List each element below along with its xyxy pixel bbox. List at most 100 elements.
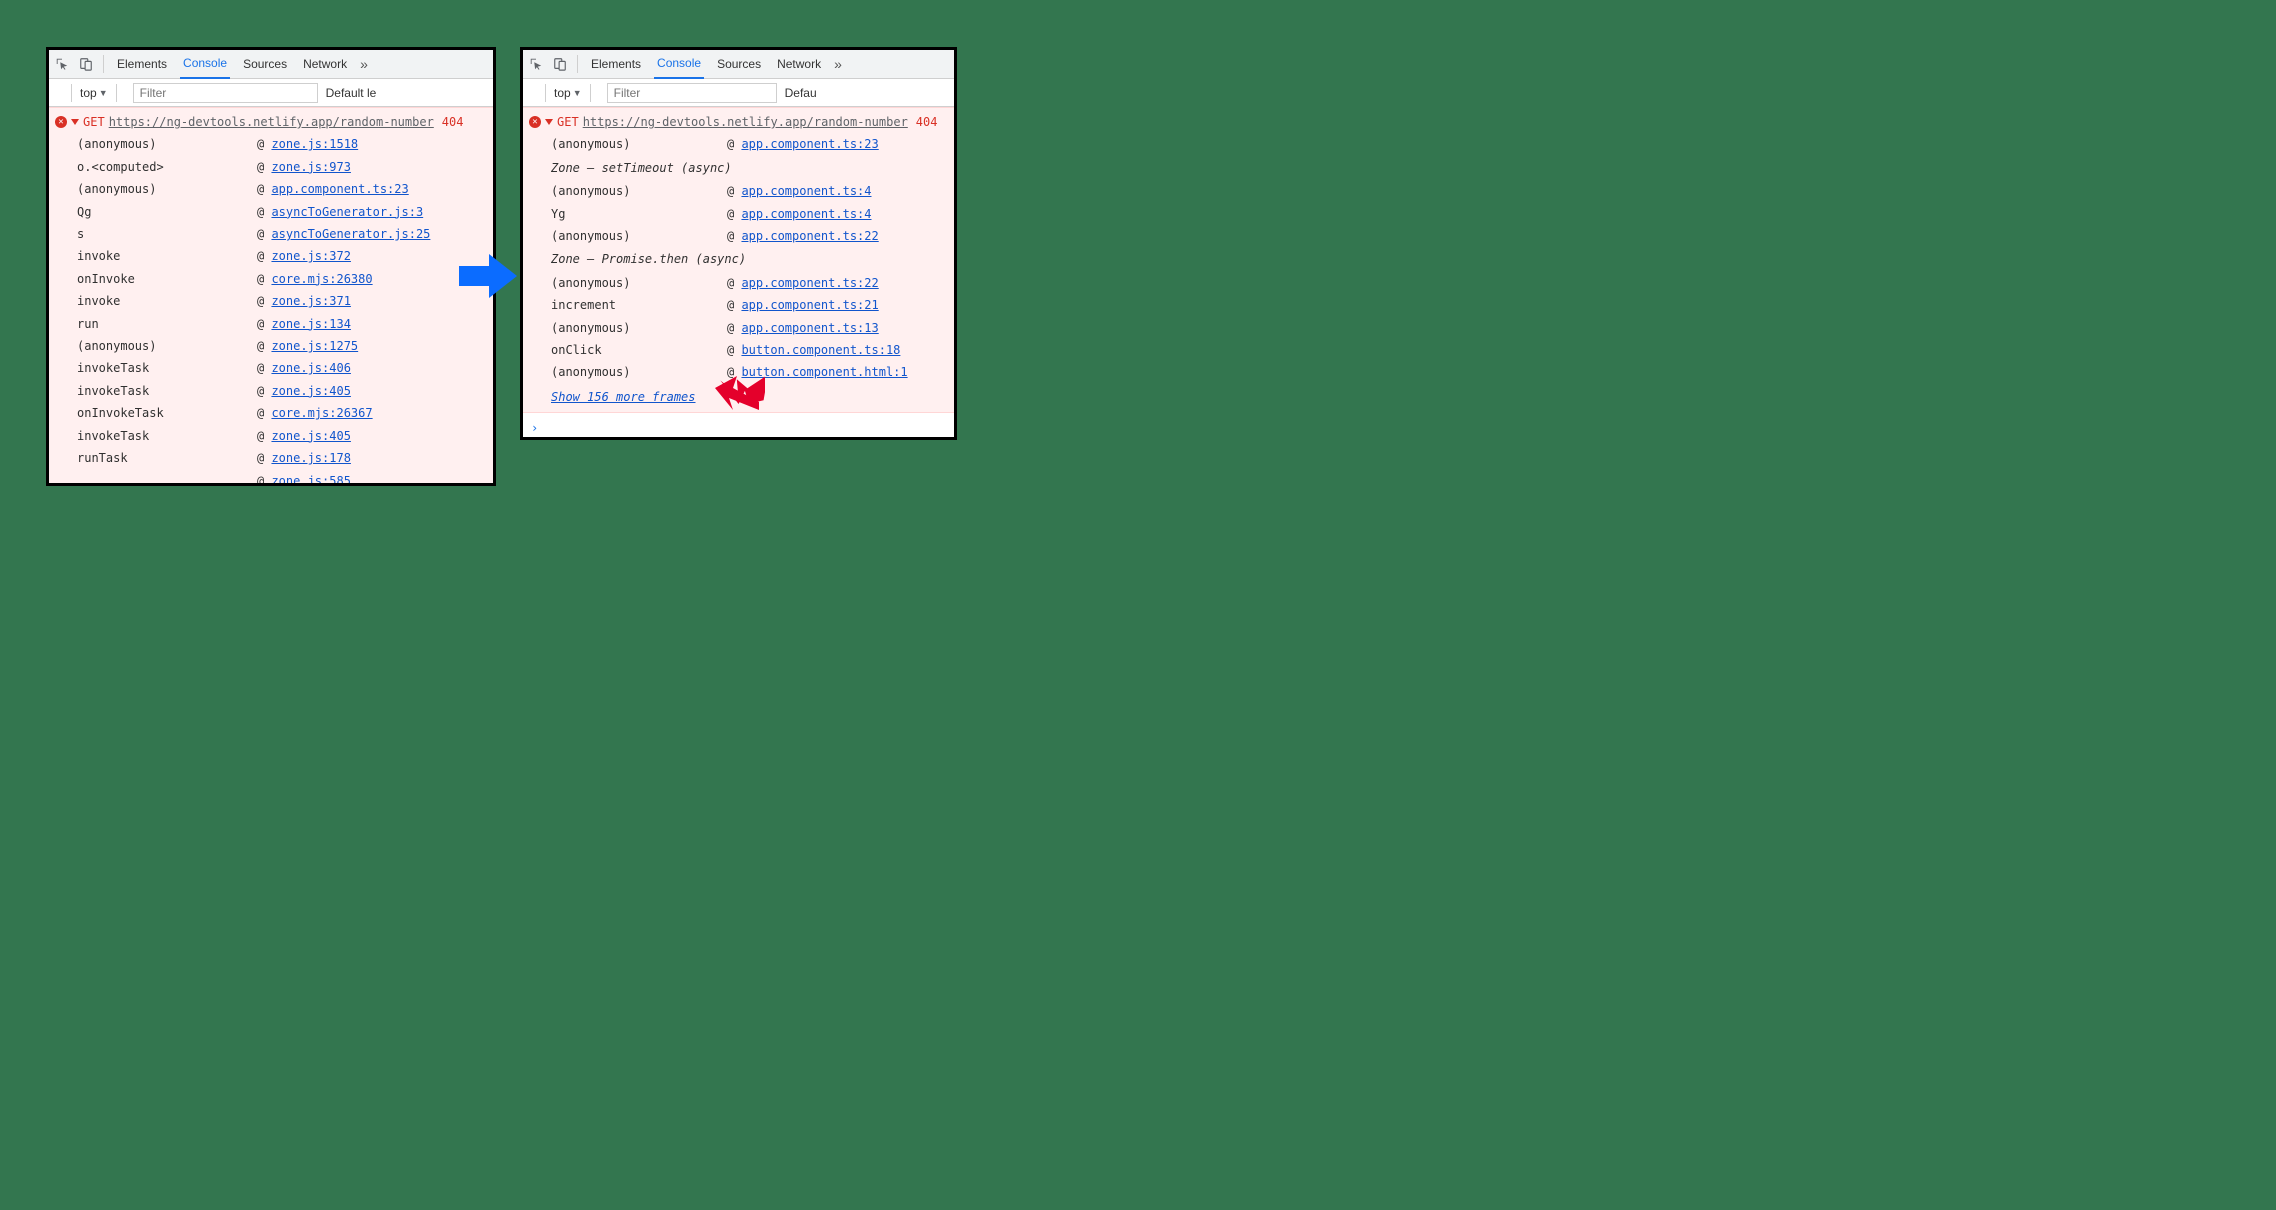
frame-function: onInvokeTask: [77, 402, 257, 424]
stack-frame: s@ asyncToGenerator.js:25: [77, 223, 487, 245]
source-link[interactable]: zone.js:585: [271, 474, 350, 487]
filter-input[interactable]: [607, 83, 777, 103]
separator: [590, 84, 591, 102]
source-link[interactable]: zone.js:1518: [271, 137, 358, 151]
tab-console[interactable]: Console: [654, 50, 704, 79]
source-link[interactable]: app.component.ts:22: [741, 229, 878, 243]
expand-icon[interactable]: [545, 119, 553, 125]
console-prompt[interactable]: ›: [523, 413, 954, 440]
devtools-panel-before: Elements Console Sources Network » top ▼…: [46, 47, 496, 486]
log-levels-label[interactable]: Default le: [326, 86, 377, 100]
tab-console[interactable]: Console: [180, 50, 230, 79]
device-icon[interactable]: [553, 57, 567, 71]
source-link[interactable]: zone.js:406: [271, 361, 350, 375]
frame-location: @ asyncToGenerator.js:3: [257, 201, 423, 223]
source-link[interactable]: asyncToGenerator.js:25: [271, 227, 430, 241]
frame-function: (anonymous): [77, 178, 257, 200]
frame-function: Qg: [77, 201, 257, 223]
frame-location: @ app.component.ts:23: [257, 178, 409, 200]
stack-frame: invokeTask@ zone.js:406: [77, 357, 487, 379]
stack-frame: o.<computed>@ zone.js:973: [77, 156, 487, 178]
filter-input[interactable]: [133, 83, 318, 103]
tab-network[interactable]: Network: [774, 50, 824, 79]
frame-location: @ button.component.ts:18: [727, 339, 900, 361]
separator: [116, 84, 117, 102]
more-tabs-icon[interactable]: »: [834, 56, 842, 72]
frame-location: @ zone.js:405: [257, 380, 351, 402]
tab-sources[interactable]: Sources: [714, 50, 764, 79]
source-link[interactable]: app.component.ts:22: [741, 276, 878, 290]
http-status: 404: [916, 111, 938, 133]
context-selector[interactable]: top ▼: [80, 86, 108, 100]
context-selector[interactable]: top ▼: [554, 86, 582, 100]
tab-elements[interactable]: Elements: [114, 50, 170, 79]
source-link[interactable]: zone.js:973: [271, 160, 350, 174]
frame-function: (anonymous): [551, 361, 727, 383]
frame-location: @ zone.js:372: [257, 245, 351, 267]
frame-function: _: [77, 470, 257, 487]
source-link[interactable]: zone.js:372: [271, 249, 350, 263]
stack-frame: (anonymous)@ app.component.ts:23: [77, 178, 487, 200]
source-link[interactable]: core.mjs:26380: [271, 272, 372, 286]
frame-location: @ zone.js:973: [257, 156, 351, 178]
error-icon: ✕: [529, 116, 541, 128]
frame-location: @ zone.js:1518: [257, 133, 358, 155]
frame-function: (anonymous): [551, 272, 727, 294]
expand-icon[interactable]: [71, 119, 79, 125]
frame-function: invokeTask: [77, 357, 257, 379]
frame-location: @ app.component.ts:4: [727, 180, 872, 202]
frame-location: @ app.component.ts:21: [727, 294, 879, 316]
frame-location: @ core.mjs:26380: [257, 268, 373, 290]
source-link[interactable]: button.component.ts:18: [741, 343, 900, 357]
console-output: ✕ GET https://ng-devtools.netlify.app/ra…: [49, 107, 493, 486]
error-message: ✕ GET https://ng-devtools.netlify.app/ra…: [523, 107, 954, 413]
stack-trace: (anonymous)@ app.component.ts:23Zone – s…: [523, 133, 954, 408]
frame-function: increment: [551, 294, 727, 316]
source-link[interactable]: zone.js:178: [271, 451, 350, 465]
source-link[interactable]: zone.js:1275: [271, 339, 358, 353]
frame-function: Yg: [551, 203, 727, 225]
source-link[interactable]: app.component.ts:4: [741, 184, 871, 198]
error-header[interactable]: ✕ GET https://ng-devtools.netlify.app/ra…: [49, 108, 493, 133]
inspect-icon[interactable]: [55, 57, 69, 71]
source-link[interactable]: zone.js:405: [271, 429, 350, 443]
stack-frame: invoke@ zone.js:371: [77, 290, 487, 312]
source-link[interactable]: app.component.ts:23: [741, 137, 878, 151]
tab-sources[interactable]: Sources: [240, 50, 290, 79]
device-icon[interactable]: [79, 57, 93, 71]
http-method: GET: [557, 111, 579, 133]
source-link[interactable]: app.component.ts:21: [741, 298, 878, 312]
frame-location: @ zone.js:134: [257, 313, 351, 335]
source-link[interactable]: asyncToGenerator.js:3: [271, 205, 423, 219]
tab-network[interactable]: Network: [300, 50, 350, 79]
context-label: top: [80, 86, 97, 100]
console-output: ✕ GET https://ng-devtools.netlify.app/ra…: [523, 107, 954, 440]
source-link[interactable]: app.component.ts:23: [271, 182, 408, 196]
source-link[interactable]: app.component.ts:13: [741, 321, 878, 335]
source-link[interactable]: button.component.html:1: [741, 365, 907, 379]
stack-frame: invokeTask@ zone.js:405: [77, 425, 487, 447]
tab-elements[interactable]: Elements: [588, 50, 644, 79]
frame-function: invokeTask: [77, 380, 257, 402]
stack-frame: runTask@ zone.js:178: [77, 447, 487, 469]
zone-separator: Zone – Promise.then (async): [551, 247, 948, 271]
error-header[interactable]: ✕ GET https://ng-devtools.netlify.app/ra…: [523, 108, 954, 133]
console-toolbar: top ▼ Default le: [49, 79, 493, 107]
more-tabs-icon[interactable]: »: [360, 56, 368, 72]
log-levels-label[interactable]: Defau: [785, 86, 817, 100]
frame-function: (anonymous): [77, 335, 257, 357]
frame-location: @ app.component.ts:22: [727, 225, 879, 247]
tabs-bar: Elements Console Sources Network »: [49, 50, 493, 79]
source-link[interactable]: core.mjs:26367: [271, 406, 372, 420]
source-link[interactable]: zone.js:134: [271, 317, 350, 331]
frame-location: @ button.component.html:1: [727, 361, 908, 383]
request-url[interactable]: https://ng-devtools.netlify.app/random-n…: [109, 111, 434, 133]
source-link[interactable]: zone.js:405: [271, 384, 350, 398]
frame-location: @ app.component.ts:22: [727, 272, 879, 294]
inspect-icon[interactable]: [529, 57, 543, 71]
source-link[interactable]: zone.js:371: [271, 294, 350, 308]
frame-function: invoke: [77, 290, 257, 312]
source-link[interactable]: app.component.ts:4: [741, 207, 871, 221]
show-more-frames-link[interactable]: Show 156 more frames: [551, 384, 696, 408]
request-url[interactable]: https://ng-devtools.netlify.app/random-n…: [583, 111, 908, 133]
